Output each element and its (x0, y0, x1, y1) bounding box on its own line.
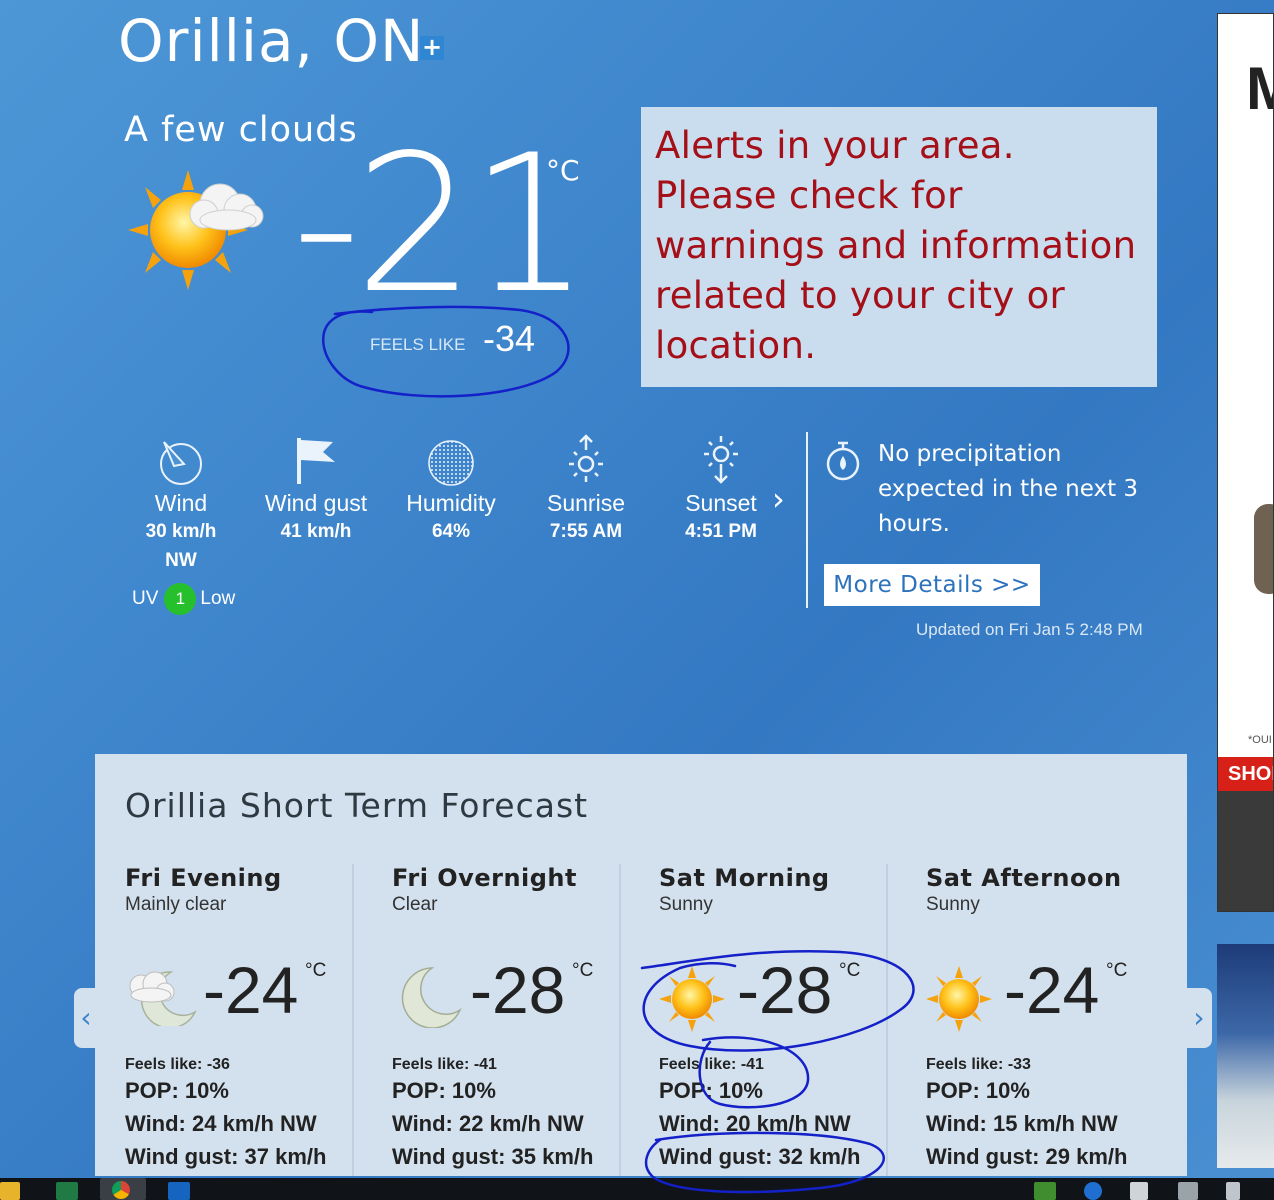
forecast-period: Sat Afternoon Sunny -24 °C Feels like: -… (926, 864, 1187, 1176)
period-unit: °C (839, 960, 861, 981)
precipitation-text: No precipitation expected in the next 3 … (878, 441, 1139, 537)
volume-icon[interactable] (1226, 1182, 1240, 1200)
stat-value: 4:51 PM (685, 521, 757, 542)
short-term-forecast: Orillia Short Term Forecast Fri Evening … (95, 754, 1187, 1176)
forecast-title: Orillia Short Term Forecast (125, 786, 589, 825)
ad-shop-button[interactable]: SHOP (1218, 757, 1273, 791)
temperature-unit: °C (546, 154, 580, 187)
stat-label: Sunset (685, 490, 757, 516)
period-gust: Wind gust: 29 km/h (926, 1144, 1128, 1169)
ad-banner-map[interactable] (1217, 944, 1274, 1168)
period-temperature: -24 (203, 953, 299, 1027)
divider (806, 432, 808, 608)
period-unit: °C (1106, 960, 1128, 981)
period-temperature: -28 (737, 953, 833, 1027)
ad-footer (1218, 791, 1273, 911)
uv-index: UV 1 Low (132, 583, 235, 615)
outlook-icon[interactable] (168, 1182, 190, 1200)
taskbar (0, 1178, 1274, 1200)
alert-text[interactable]: Alerts in your area. Please check for wa… (655, 121, 1143, 371)
tray-display-icon[interactable] (1178, 1182, 1198, 1200)
feels-like-value: -34 (483, 318, 536, 359)
stat-wind-gust: Wind gust 41 km/h (251, 428, 381, 546)
period-temperature: -24 (1004, 953, 1100, 1027)
stat-sunset: Sunset 4:51 PM (656, 428, 786, 546)
stopwatch-drop-icon (824, 440, 862, 486)
tray-network-icon[interactable] (1084, 1182, 1102, 1200)
alert-box[interactable]: Alerts in your area. Please check for wa… (641, 107, 1157, 387)
stat-sunrise: Sunrise 7:55 AM (521, 428, 651, 546)
stat-value-direction: NW (165, 550, 197, 571)
stat-label: Humidity (406, 490, 496, 516)
more-details-button[interactable]: More Details >> (824, 564, 1040, 606)
excel-icon[interactable] (56, 1182, 78, 1200)
wind-dial-icon (116, 428, 246, 486)
stat-label: Wind (154, 490, 208, 516)
period-feels-like: Feels like: -33 (926, 1056, 1031, 1073)
tray-power-icon[interactable] (1130, 1182, 1148, 1200)
chevron-right-icon[interactable]: › (772, 480, 785, 518)
sunrise-icon (521, 428, 651, 486)
stat-wind: Wind 30 km/h NW (116, 428, 246, 575)
moon-cloud-icon (125, 966, 197, 1030)
uv-level: Low (200, 588, 236, 609)
stat-value: 7:55 AM (549, 521, 623, 542)
ad-banner[interactable]: M *OUI SHOP (1217, 13, 1274, 912)
updated-timestamp: Updated on Fri Jan 5 2:48 PM (916, 620, 1143, 639)
add-location-button[interactable]: + (420, 35, 444, 60)
column-divider (886, 864, 888, 1176)
stat-label: Wind gust (264, 490, 368, 516)
ad-fine-print: *OUI (1248, 734, 1272, 746)
period-wind: Wind: 15 km/h NW (926, 1111, 1118, 1136)
moon-icon (398, 966, 462, 1032)
uv-label: UV (132, 588, 159, 609)
period-temperature: -28 (470, 953, 566, 1027)
stat-label: Sunrise (547, 490, 625, 516)
sun-cloud-icon (128, 168, 268, 296)
flag-icon (251, 428, 381, 486)
chevron-right-icon[interactable]: › (1186, 988, 1212, 1048)
tray-app-icon[interactable] (1034, 1182, 1056, 1200)
period-unit: °C (572, 960, 594, 981)
stat-value: 41 km/h (280, 521, 352, 542)
column-divider (352, 864, 354, 1176)
period-unit: °C (305, 960, 327, 981)
sun-icon (926, 966, 992, 1036)
period-condition: Sunny (926, 894, 980, 915)
sun-icon (659, 966, 725, 1036)
chrome-icon[interactable] (100, 1178, 146, 1200)
sunset-icon (656, 428, 786, 486)
chevron-left-icon[interactable]: ‹ (74, 988, 98, 1048)
period-pop: POP: 10% (926, 1078, 1030, 1103)
current-temperature: -21 (292, 114, 590, 335)
city-title: Orillia, ON (118, 7, 425, 75)
stat-value: 64% (431, 521, 471, 542)
humidity-icon (386, 428, 516, 486)
feels-like-label: FEELS LIKE (370, 335, 466, 354)
column-divider (619, 864, 621, 1176)
stat-humidity: Humidity 64% (386, 428, 516, 546)
folder-icon[interactable] (0, 1182, 20, 1200)
period-name: Sat Afternoon (926, 864, 1122, 892)
ad-image (1254, 504, 1273, 594)
ad-headline: M (1246, 54, 1273, 123)
stat-value: 30 km/h (145, 521, 217, 542)
uv-badge: 1 (164, 583, 197, 615)
